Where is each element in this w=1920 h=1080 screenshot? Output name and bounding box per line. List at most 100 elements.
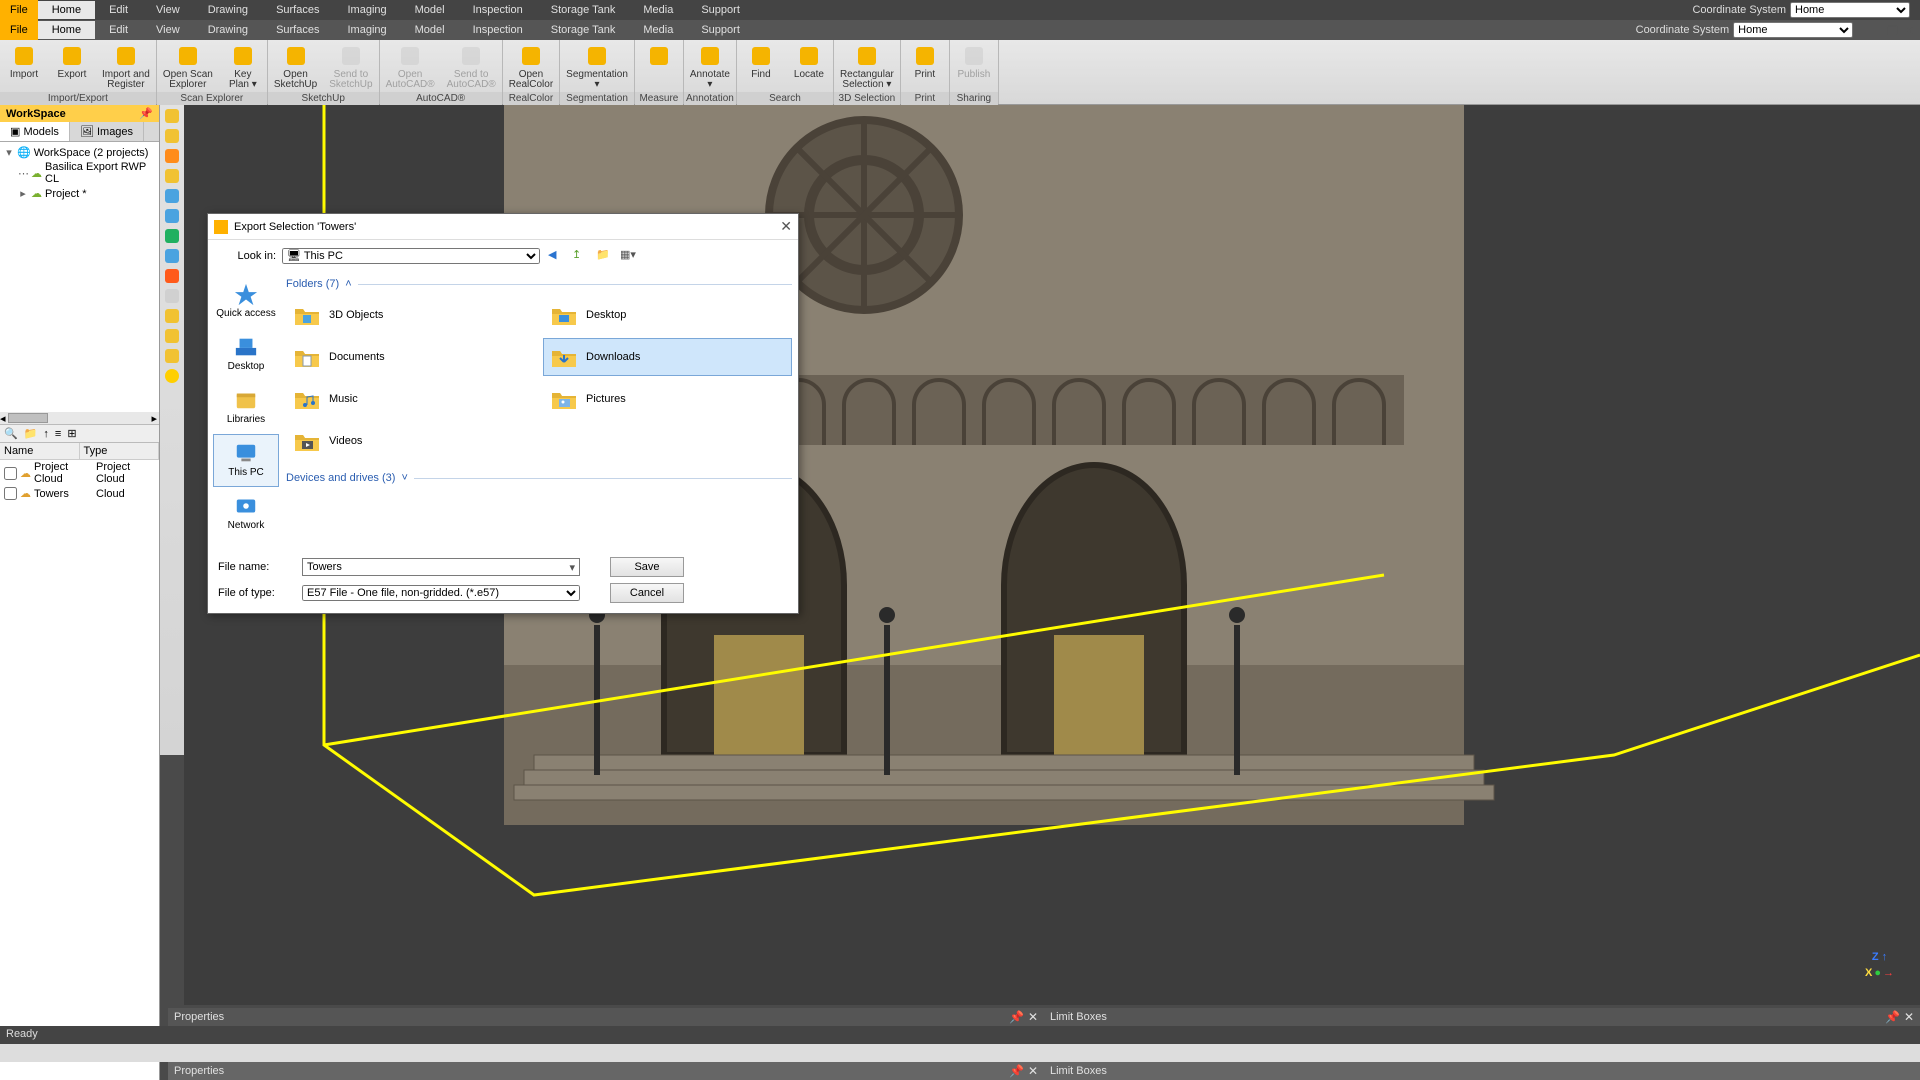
dialog-titlebar[interactable]: Export Selection 'Towers' ✕ — [208, 214, 798, 240]
menu2-file[interactable]: File — [0, 20, 38, 40]
sidetool-1[interactable] — [165, 109, 179, 123]
dock-close-icon[interactable]: ✕ — [1904, 1010, 1914, 1024]
row-check[interactable] — [4, 487, 17, 500]
folder-icon[interactable]: 📁 — [24, 427, 38, 440]
menu-file[interactable]: File — [0, 0, 38, 20]
folder-videos[interactable]: Videos — [286, 422, 535, 460]
tab-images[interactable]: 🖼 Images — [70, 122, 144, 141]
menu-drawing[interactable]: Drawing — [194, 1, 262, 19]
ribbon-annotate[interactable]: Annotate▾ — [684, 40, 736, 92]
tree-expand-icon[interactable]: ▸ — [18, 187, 28, 200]
dock-properties[interactable]: Properties 📌 ✕ — [168, 1008, 1044, 1026]
collapse-icon[interactable]: ˄ — [339, 278, 351, 290]
ribbon-open-realcolor[interactable]: OpenRealColor — [503, 40, 559, 92]
filetype-select[interactable]: E57 File - One file, non-gridded. (*.e57… — [302, 585, 580, 601]
dock-close-icon[interactable]: ✕ — [1028, 1064, 1038, 1078]
ribbon-segmentation[interactable]: Segmentation▾ — [560, 40, 634, 92]
scroll-left-icon[interactable]: ◂ — [0, 412, 6, 425]
menu2-storage[interactable]: Storage Tank — [537, 21, 630, 39]
menu-model[interactable]: Model — [401, 1, 459, 19]
menu-imaging[interactable]: Imaging — [333, 1, 400, 19]
sidetool-13[interactable] — [165, 349, 179, 363]
dialog-close-icon[interactable]: ✕ — [780, 218, 792, 235]
sidetool-12[interactable] — [165, 329, 179, 343]
menu-surfaces[interactable]: Surfaces — [262, 1, 333, 19]
menu2-inspection[interactable]: Inspection — [459, 21, 537, 39]
menu-home[interactable]: Home — [38, 1, 95, 19]
filename-drop-icon[interactable]: ▾ — [565, 561, 579, 574]
ribbon-key-plan[interactable]: KeyPlan ▾ — [219, 40, 267, 92]
thumb-mode-icon[interactable]: ⊞ — [67, 427, 76, 440]
sidetool-3[interactable] — [165, 149, 179, 163]
ribbon-import[interactable]: Import — [0, 40, 48, 92]
sidetool-11[interactable] — [165, 309, 179, 323]
col-name[interactable]: Name — [0, 443, 80, 459]
scroll-thumb[interactable] — [8, 413, 48, 423]
tree-node-0[interactable]: Basilica Export RWP CL — [45, 161, 155, 185]
folder-desktop[interactable]: Desktop — [543, 296, 792, 334]
sidetool-2[interactable] — [165, 129, 179, 143]
ribbon-print[interactable]: Print — [901, 40, 949, 92]
nav-back-icon[interactable]: ◀ — [548, 248, 564, 264]
expand-icon[interactable]: ˅ — [395, 472, 407, 484]
folder-documents[interactable]: Documents — [286, 338, 535, 376]
cancel-button[interactable]: Cancel — [610, 583, 684, 603]
lookin-select[interactable]: 🖥 This PC — [282, 248, 540, 264]
menu-inspection[interactable]: Inspection — [459, 1, 537, 19]
tree-collapse-icon[interactable]: ▾ — [4, 146, 14, 159]
window-min-icon[interactable]: — — [1869, 24, 1881, 38]
col-type[interactable]: Type — [80, 443, 160, 459]
menu-edit[interactable]: Edit — [95, 1, 142, 19]
folder-3d-objects[interactable]: 3D Objects — [286, 296, 535, 334]
folder-pictures[interactable]: Pictures — [543, 380, 792, 418]
dock-close-icon[interactable]: ✕ — [1028, 1010, 1038, 1024]
scroll-right-icon[interactable]: ▸ — [151, 412, 157, 425]
nav-up-icon[interactable]: ↥ — [572, 248, 588, 264]
menu2-media[interactable]: Media — [629, 21, 687, 39]
menu2-surfaces[interactable]: Surfaces — [262, 21, 333, 39]
dock-limit[interactable]: Limit Boxes 📌 ✕ — [1044, 1008, 1920, 1026]
menu2-drawing[interactable]: Drawing — [194, 21, 262, 39]
folders-header[interactable]: Folders (7) ˄ — [286, 274, 792, 294]
nav-viewmode-icon[interactable]: ▦▾ — [620, 248, 636, 264]
pin-icon[interactable]: 📌 — [139, 107, 153, 120]
ribbon-import-register[interactable]: Import andRegister — [96, 40, 156, 92]
place-desktop[interactable]: Desktop — [213, 328, 279, 381]
menu2-support[interactable]: Support — [687, 21, 754, 39]
sidetool-10[interactable] — [165, 289, 179, 303]
tree-hscroll[interactable]: ◂ ▸ — [0, 412, 159, 424]
menu-view[interactable]: View — [142, 1, 194, 19]
place-network[interactable]: Network — [213, 487, 279, 540]
dock-limit-2[interactable]: Limit Boxes — [1044, 1062, 1920, 1080]
ribbon-open-scan-explorer[interactable]: Open ScanExplorer — [157, 40, 219, 92]
menu2-edit[interactable]: Edit — [95, 21, 142, 39]
tree-node-1[interactable]: Project * — [45, 188, 87, 200]
sidetool-8[interactable] — [165, 249, 179, 263]
dock-properties-2[interactable]: Properties 📌 ✕ — [168, 1062, 1044, 1080]
dock-pin-icon[interactable]: 📌 — [1009, 1064, 1024, 1078]
drives-header[interactable]: Devices and drives (3) ˅ — [286, 468, 792, 488]
ribbon-locate[interactable]: Locate — [785, 40, 833, 92]
menu2-model[interactable]: Model — [401, 21, 459, 39]
menu-storage[interactable]: Storage Tank — [537, 1, 630, 19]
ribbon-measure[interactable] — [635, 40, 683, 92]
list-row[interactable]: ☁ Project Cloud Project Cloud — [0, 460, 159, 486]
folder-downloads[interactable]: Downloads — [543, 338, 792, 376]
dock-pin-icon[interactable]: 📌 — [1885, 1010, 1900, 1024]
ribbon-open-sketchup[interactable]: OpenSketchUp — [268, 40, 323, 92]
menu2-view[interactable]: View — [142, 21, 194, 39]
sidetool-6[interactable] — [165, 209, 179, 223]
search-icon[interactable]: 🔍 — [4, 427, 18, 440]
up-icon[interactable]: ↑ — [43, 428, 49, 440]
nav-newfolder-icon[interactable]: 📁 — [596, 248, 612, 264]
folder-music[interactable]: Music — [286, 380, 535, 418]
place-this-pc[interactable]: This PC — [213, 434, 279, 487]
sidetool-4[interactable] — [165, 169, 179, 183]
menu-media[interactable]: Media — [629, 1, 687, 19]
filename-input[interactable] — [303, 559, 565, 575]
place-quick-access[interactable]: Quick access — [213, 275, 279, 328]
window-max-icon[interactable]: ❐ — [1887, 24, 1898, 38]
filename-input-wrap[interactable]: ▾ — [302, 558, 580, 576]
window-close-icon[interactable]: ✕ — [1904, 24, 1914, 38]
sidetool-9[interactable] — [165, 269, 179, 283]
